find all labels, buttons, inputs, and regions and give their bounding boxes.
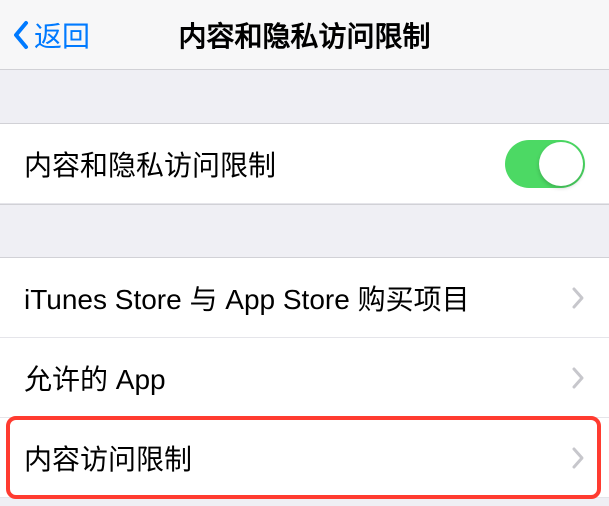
back-button[interactable]: 返回 — [12, 15, 90, 55]
row-label: 内容访问限制 — [24, 438, 571, 478]
toggle-knob — [539, 142, 583, 186]
row-label: 允许的 App — [24, 358, 571, 398]
row-content-restrictions[interactable]: 内容访问限制 — [0, 418, 609, 498]
page-title: 内容和隐私访问限制 — [178, 15, 430, 55]
chevron-right-icon — [571, 446, 585, 470]
toggle-row-content-privacy[interactable]: 内容和隐私访问限制 — [0, 124, 609, 204]
row-label: iTunes Store 与 App Store 购买项目 — [24, 278, 571, 318]
content-privacy-toggle[interactable] — [505, 140, 585, 188]
row-allowed-apps[interactable]: 允许的 App — [0, 338, 609, 418]
navigation-header: 返回 内容和隐私访问限制 — [0, 0, 609, 70]
toggle-label: 内容和隐私访问限制 — [24, 144, 505, 184]
row-itunes-appstore-purchases[interactable]: iTunes Store 与 App Store 购买项目 — [0, 258, 609, 338]
chevron-right-icon — [571, 366, 585, 390]
back-label: 返回 — [34, 15, 90, 55]
chevron-right-icon — [571, 286, 585, 310]
section-spacer — [0, 204, 609, 258]
section-spacer — [0, 70, 609, 124]
chevron-left-icon — [12, 20, 30, 50]
